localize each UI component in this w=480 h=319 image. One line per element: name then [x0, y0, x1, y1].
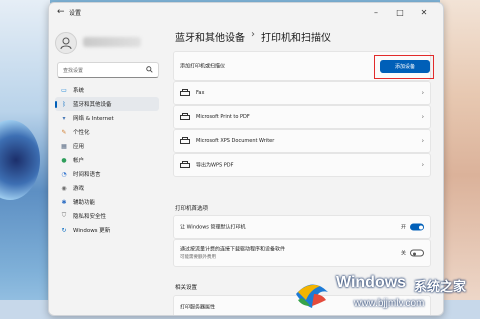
default-printer-setting: 让 Windows 管理默认打印机 开 [173, 215, 431, 239]
printer-row[interactable]: 导出为WPS PDF › [173, 153, 431, 177]
printer-icon [180, 113, 190, 120]
sidebar-item-label: 游戏 [73, 186, 85, 192]
sidebar-item-label: 网络 & Internet [73, 116, 114, 122]
print-server-properties-label: 打印服务器属性 [180, 304, 216, 311]
sidebar-item-label: 隐私和安全性 [73, 214, 107, 220]
avatar [55, 32, 77, 54]
gaming-icon: ◉ [61, 184, 67, 192]
sidebar-item-privacy[interactable]: ⛉ 隐私和安全性 [55, 209, 159, 223]
close-button[interactable]: ✕ [413, 5, 435, 19]
toggle-state-label: 开 [400, 224, 406, 231]
sidebar-item-label: 应用 [73, 144, 85, 150]
printer-row[interactable]: Fax › [173, 81, 431, 105]
sidebar-item-label: 时间和语言 [73, 172, 101, 178]
watermark-url: www.bjjmlv.com [354, 298, 425, 309]
printer-row[interactable]: Microsoft Print to PDF › [173, 105, 431, 129]
chevron-right-icon: › [421, 137, 424, 145]
breadcrumb: 蓝牙和其他设备 › 打印机和扫描仪 [175, 29, 331, 44]
search-input[interactable]: 查找设置 [57, 62, 159, 78]
metered-download-label: 通过按流量计费的连接下载驱动程序和设备软件 [180, 246, 286, 253]
network-icon: ▾ [62, 114, 66, 122]
minimize-button[interactable]: – [365, 5, 387, 19]
printer-row[interactable]: Microsoft XPS Document Writer › [173, 129, 431, 153]
personalization-icon: ✎ [61, 128, 67, 136]
printer-icon [180, 89, 190, 96]
chevron-right-icon: › [421, 161, 424, 169]
privacy-shield-icon: ⛉ [61, 212, 67, 219]
sidebar-item-bluetooth[interactable]: ᛒ 蓝牙和其他设备 [55, 97, 159, 111]
user-profile[interactable] [55, 29, 159, 55]
window-title: 设置 [69, 10, 82, 17]
sidebar-item-label: 系统 [73, 88, 85, 94]
sidebar-item-system[interactable]: ▭ 系统 [55, 83, 159, 97]
printer-icon [180, 137, 190, 144]
chevron-right-icon: › [421, 89, 424, 97]
sidebar-item-network[interactable]: ▾ 网络 & Internet [55, 111, 159, 125]
related-settings-header: 相关设置 [175, 285, 198, 291]
breadcrumb-parent[interactable]: 蓝牙和其他设备 [175, 29, 245, 44]
time-language-icon: ◔ [61, 170, 67, 178]
metered-download-setting: 通过按流量计费的连接下载驱动程序和设备软件 可能需要额外费用 关 [173, 239, 431, 267]
system-icon: ▭ [61, 86, 67, 94]
sidebar: 查找设置 ▭ 系统 ᛒ 蓝牙和其他设备 ▾ 网络 & Internet ✎ 个性… [49, 23, 161, 315]
watermark: Windows 系统之家 www.bjjmlv.com [290, 268, 480, 316]
printer-icon [180, 161, 190, 168]
add-device-button[interactable]: 添加设备 [380, 60, 430, 73]
page-title: 打印机和扫描仪 [261, 33, 331, 44]
sidebar-item-label: 蓝牙和其他设备 [73, 102, 112, 108]
search-icon [146, 66, 153, 73]
account-icon: ● [61, 156, 67, 164]
metered-download-sublabel: 可能需要额外费用 [180, 255, 216, 260]
sidebar-item-apps[interactable]: ▦ 应用 [55, 139, 159, 153]
breadcrumb-separator: › [251, 29, 255, 40]
back-arrow-icon[interactable]: ← [57, 7, 65, 17]
printer-preferences-header: 打印机首选项 [175, 206, 209, 212]
metered-download-toggle[interactable] [410, 249, 424, 257]
bluetooth-icon: ᛒ [62, 100, 66, 108]
printer-name: 导出为WPS PDF [196, 162, 234, 169]
maximize-button[interactable]: □ [389, 5, 411, 19]
default-printer-toggle[interactable] [410, 223, 424, 231]
sidebar-item-windows-update[interactable]: ↻ Windows 更新 [55, 223, 159, 237]
windows-update-icon: ↻ [61, 226, 67, 234]
add-printer-label: 添加打印机或扫描仪 [180, 63, 226, 70]
sidebar-item-label: Windows 更新 [73, 228, 111, 234]
add-printer-row: 添加打印机或扫描仪 添加设备 [173, 51, 434, 81]
windows-logo-icon [296, 284, 328, 308]
accessibility-icon: ✱ [61, 198, 67, 206]
printer-name: Microsoft XPS Document Writer [196, 138, 275, 144]
watermark-brand-cn: 系统之家 [414, 280, 467, 295]
user-name-blurred [83, 37, 141, 47]
watermark-brand: Windows [336, 274, 407, 291]
default-printer-label: 让 Windows 管理默认打印机 [180, 224, 246, 231]
sidebar-item-accessibility[interactable]: ✱ 辅助功能 [55, 195, 159, 209]
search-placeholder: 查找设置 [63, 68, 84, 74]
printer-name: Microsoft Print to PDF [196, 114, 250, 120]
toggle-state-label: 关 [400, 250, 406, 257]
sidebar-item-time-language[interactable]: ◔ 时间和语言 [55, 167, 159, 181]
printer-name: Fax [196, 90, 205, 96]
sidebar-item-label: 个性化 [73, 130, 90, 136]
sidebar-item-label: 辅助功能 [73, 200, 96, 206]
person-icon [60, 37, 72, 50]
sidebar-item-label: 帐户 [73, 158, 85, 164]
sidebar-item-accounts[interactable]: ● 帐户 [55, 153, 159, 167]
sidebar-item-personalization[interactable]: ✎ 个性化 [55, 125, 159, 139]
sidebar-nav: ▭ 系统 ᛒ 蓝牙和其他设备 ▾ 网络 & Internet ✎ 个性化 ▦ 应… [55, 83, 159, 237]
sidebar-item-gaming[interactable]: ◉ 游戏 [55, 181, 159, 195]
apps-icon: ▦ [61, 142, 67, 150]
chevron-right-icon: › [421, 113, 424, 121]
title-bar: ← 设置 – □ ✕ [49, 3, 443, 23]
